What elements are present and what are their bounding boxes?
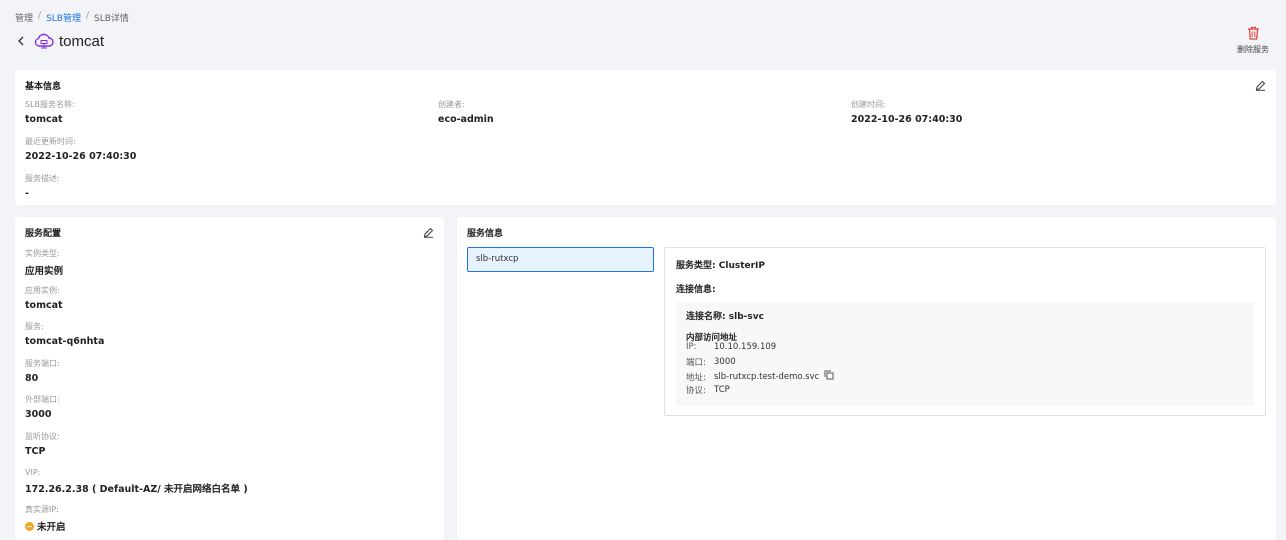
page-header: tomcat [15,32,104,50]
field-value: TCP [25,445,46,457]
field-value: tomcat [25,299,63,311]
field-vip: VIP: 172.26.2.38 ( Default-AZ/ 未开启网络白名单 … [25,468,248,505]
connection-box: 连接名称: slb-svc 内部访问地址 IP: 10.10.159.109 端… [676,302,1254,406]
field-label: 服务: [25,322,44,332]
field-label: VIP: [25,467,41,477]
breadcrumb-item-slb-manage[interactable]: SLB管理 [46,11,81,24]
field-external-port: 外部端口: 3000 [25,394,248,431]
breadcrumb: 管理 / SLB管理 / SLB详情 [15,11,129,24]
service-config-card: 服务配置 实例类型: 应用实例 应用实例: tomcat 服务: tomcat-… [15,217,444,540]
basic-info-title: 基本信息 [25,82,62,92]
service-config-fields: 实例类型: 应用实例 应用实例: tomcat 服务: tomcat-q6nht… [25,248,248,540]
port-value: 3000 [714,357,736,367]
breadcrumb-separator: / [85,11,90,21]
edit-icon[interactable] [1255,80,1266,94]
field-updated-time: 最近更新时间: 2022-10-26 07:40:30 [25,136,136,162]
breadcrumb-item-slb-detail: SLB详情 [94,14,129,24]
field-value: 2022-10-26 07:40:30 [25,151,137,162]
address-row: 地址: slb-rutxcp.test-demo.svc [686,370,834,383]
address-value: slb-rutxcp.test-demo.svc [714,371,820,382]
cloud-service-icon [33,32,55,50]
back-icon[interactable] [15,34,27,48]
breadcrumb-item-manage[interactable]: 管理 [15,11,33,24]
field-label: 最近更新时间: [25,137,76,146]
field-value: tomcat-q6nhta [25,336,105,348]
page-title: tomcat [59,32,105,50]
field-value: tomcat [25,114,63,125]
field-value: 172.26.2.38 ( Default-AZ/ 未开启网络白名单 ) [25,483,248,495]
basic-info-card: 基本信息 SLB服务名称: tomcat 创建者: eco-admin 创建时间… [15,70,1276,205]
service-list-item[interactable]: slb-rutxcp [467,247,654,272]
field-value-with-status: 未开启 [25,519,248,533]
trash-icon [1247,26,1260,44]
field-value: 80 [25,372,39,384]
field-label: 创建时间: [851,100,886,109]
ip-value: 10.10.159.109 [714,342,777,352]
field-label: 应用实例: [25,285,60,295]
field-label: 实例类型: [25,249,60,258]
field-label: 监听协议: [25,431,60,441]
port-label: 端口: [686,358,706,368]
connection-name-line: 连接名称: slb-svc [686,309,764,322]
connection-name-label: 连接名称: [686,312,726,322]
field-label: 服务描述: [25,174,60,183]
service-info-card: 服务信息 slb-rutxcp 服务类型: ClusterIP 连接信息: 连接… [457,217,1276,540]
field-real-source-ip: 真实源IP: 未开启 [25,504,248,540]
service-type-line: 服务类型: ClusterIP [676,258,765,271]
service-config-title: 服务配置 [25,229,62,239]
ip-label: IP: [686,342,697,352]
field-label: 真实源IP: [25,505,59,515]
protocol-value: TCP [714,385,730,395]
field-slb-name: SLB服务名称: tomcat [25,99,75,125]
service-detail-panel: 服务类型: ClusterIP 连接信息: 连接名称: slb-svc 内部访问… [664,247,1266,416]
field-value: - [25,188,29,199]
field-label: 外部端口: [25,395,60,405]
protocol-label: 协议: [686,386,706,396]
copy-icon[interactable] [824,370,834,383]
address-label: 地址: [686,372,706,383]
field-value: 3000 [25,409,52,421]
status-off-icon [25,522,34,532]
service-type-label: 服务类型: [676,261,716,271]
delete-service-label: 删除服务 [1237,45,1269,54]
field-label: SLB服务名称: [25,100,75,109]
field-creator: 创建者: eco-admin [438,99,494,125]
field-label: 服务端口: [25,358,60,368]
service-type-value: ClusterIP [718,261,765,271]
field-created-time: 创建时间: 2022-10-26 07:40:30 [851,99,962,125]
connection-name-value: slb-svc [728,312,764,322]
connection-info-title: 连接信息: [676,285,716,295]
breadcrumb-separator: / [38,11,42,21]
ip-row: IP: 10.10.159.109 [686,342,776,352]
field-app-instance: 应用实例: tomcat [25,285,248,322]
field-listen-protocol: 监听协议: TCP [25,431,248,468]
field-value: eco-admin [438,114,494,125]
field-instance-type: 实例类型: 应用实例 [25,248,248,285]
port-row: 端口: 3000 [686,356,736,368]
field-value: 2022-10-26 07:40:30 [851,114,963,125]
field-value: 应用实例 [25,266,64,277]
delete-service-button[interactable]: 删除服务 [1237,26,1269,55]
field-description: 服务描述: - [25,173,60,199]
edit-icon[interactable] [423,227,434,241]
protocol-row: 协议: TCP [686,384,730,396]
field-value: 未开启 [37,522,66,534]
service-info-title: 服务信息 [467,229,504,239]
field-service-port: 服务端口: 80 [25,358,248,395]
field-service: 服务: tomcat-q6nhta [25,321,248,358]
field-label: 创建者: [438,100,465,109]
